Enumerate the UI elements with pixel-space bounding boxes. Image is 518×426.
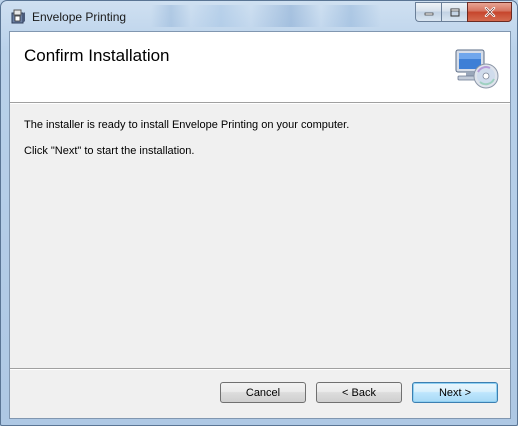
title-bar-glass — [151, 5, 381, 27]
wizard-header: Confirm Installation — [10, 32, 510, 104]
maximize-button[interactable] — [441, 2, 467, 22]
next-button[interactable]: Next > — [412, 382, 498, 403]
window-title: Envelope Printing — [32, 10, 127, 24]
cancel-button[interactable]: Cancel — [220, 382, 306, 403]
close-button[interactable] — [467, 2, 512, 22]
installer-box-icon[interactable] — [10, 8, 26, 24]
maximize-icon — [450, 8, 459, 16]
instruction-message: Click "Next" to start the installation. — [24, 145, 195, 157]
minimize-icon — [424, 12, 433, 16]
ready-message: The installer is ready to install Envelo… — [24, 119, 350, 131]
computer-cd-icon — [455, 49, 499, 89]
back-button[interactable]: < Back — [316, 382, 402, 403]
close-icon — [484, 7, 495, 17]
installer-window: Envelope Printing Confirm Installation T… — [0, 0, 518, 426]
minimize-button[interactable] — [415, 2, 441, 22]
title-bar[interactable]: Envelope Printing — [1, 1, 517, 31]
wizard-client-area: Confirm Installation The installer is re… — [9, 31, 511, 419]
page-title: Confirm Installation — [24, 46, 170, 65]
caption-buttons — [415, 2, 512, 22]
footer-divider — [10, 368, 510, 370]
